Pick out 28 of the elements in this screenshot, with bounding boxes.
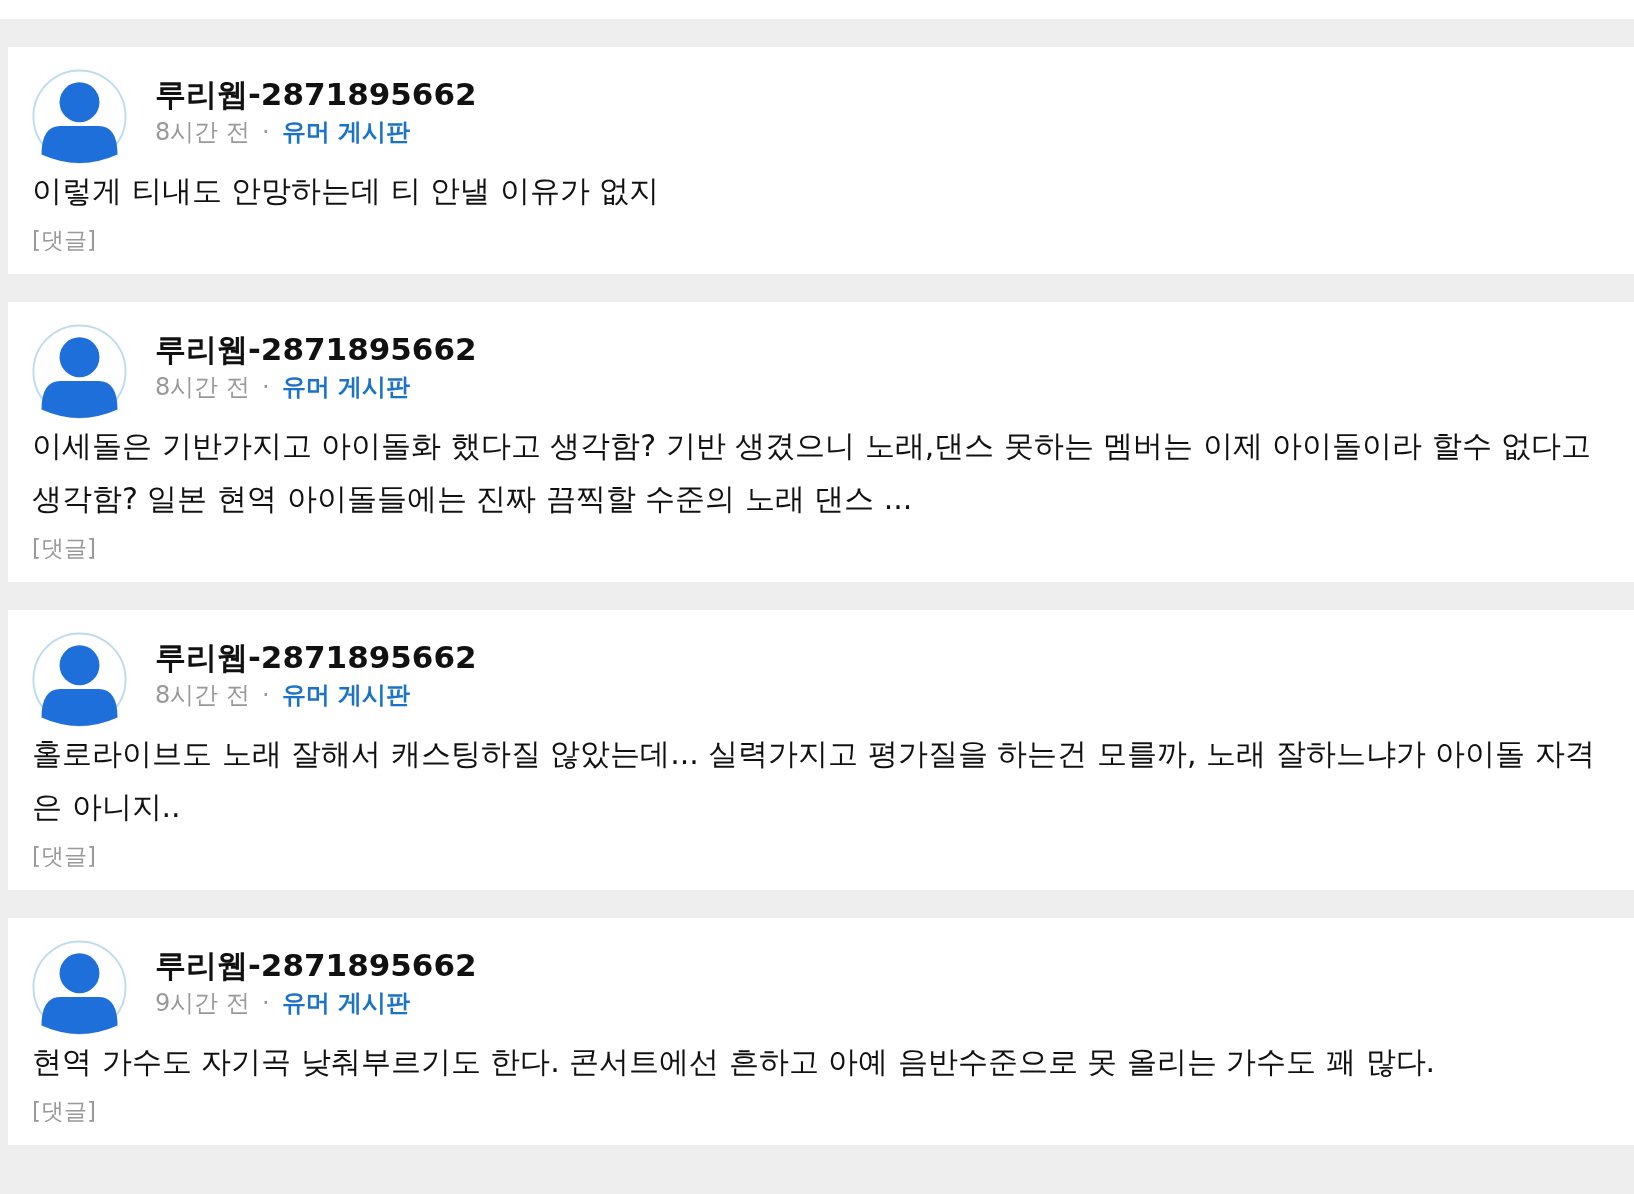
avatar-icon: [32, 940, 127, 1035]
reply-link[interactable]: [댓글]: [32, 1096, 96, 1127]
post-time: 8시간 전: [155, 371, 250, 403]
board-link[interactable]: 유머 게시판: [281, 115, 410, 148]
avatar-icon: [32, 632, 127, 727]
comment-text: 이세돌은 기반가지고 아이돌화 했다고 생각함? 기반 생겼으니 노래,댄스 못하는 멤버는 이제 아이돌이라 할수 없다고 생각함? 일본 현역 아이돌들에는 진짜 끔찍할 수준의 노래 댄스 ...: [32, 427, 1593, 518]
avatar-icon: [32, 324, 127, 419]
reply-link[interactable]: [댓글]: [32, 533, 96, 564]
avatar-icon: [32, 69, 127, 164]
comment-text: 이렇게 티내도 안망하는데 티 안낼 이유가 없지: [32, 172, 661, 210]
post-time: 8시간 전: [155, 679, 250, 711]
separator: ·: [261, 988, 270, 1017]
reply-link[interactable]: [댓글]: [32, 841, 96, 872]
comment-text: 현역 가수도 자기곡 낮춰부르기도 한다. 콘서트에선 흔하고 아예 음반수준으로 못 올리는 가수도 꽤 많다.: [32, 1043, 1437, 1081]
reply-link[interactable]: [댓글]: [32, 225, 96, 256]
board-link[interactable]: 유머 게시판: [281, 678, 410, 711]
author-name: 루리웹-2871895662: [155, 637, 477, 677]
board-link[interactable]: 유머 게시판: [281, 370, 410, 403]
board-link[interactable]: 유머 게시판: [281, 986, 410, 1019]
author-name: 루리웹-2871895662: [155, 945, 477, 985]
post-time: 8시간 전: [155, 116, 250, 148]
separator: ·: [261, 372, 270, 401]
author-name: 루리웹-2871895662: [155, 329, 477, 369]
separator: ·: [261, 680, 270, 709]
separator: ·: [261, 117, 270, 146]
author-name: 루리웹-2871895662: [155, 74, 477, 114]
post-time: 9시간 전: [155, 987, 250, 1019]
comment-text: 홀로라이브도 노래 잘해서 캐스팅하질 않았는데... 실력가지고 평가질을 하는건 모를까, 노래 잘하느냐가 아이돌 자격은 아니지..: [32, 735, 1596, 826]
